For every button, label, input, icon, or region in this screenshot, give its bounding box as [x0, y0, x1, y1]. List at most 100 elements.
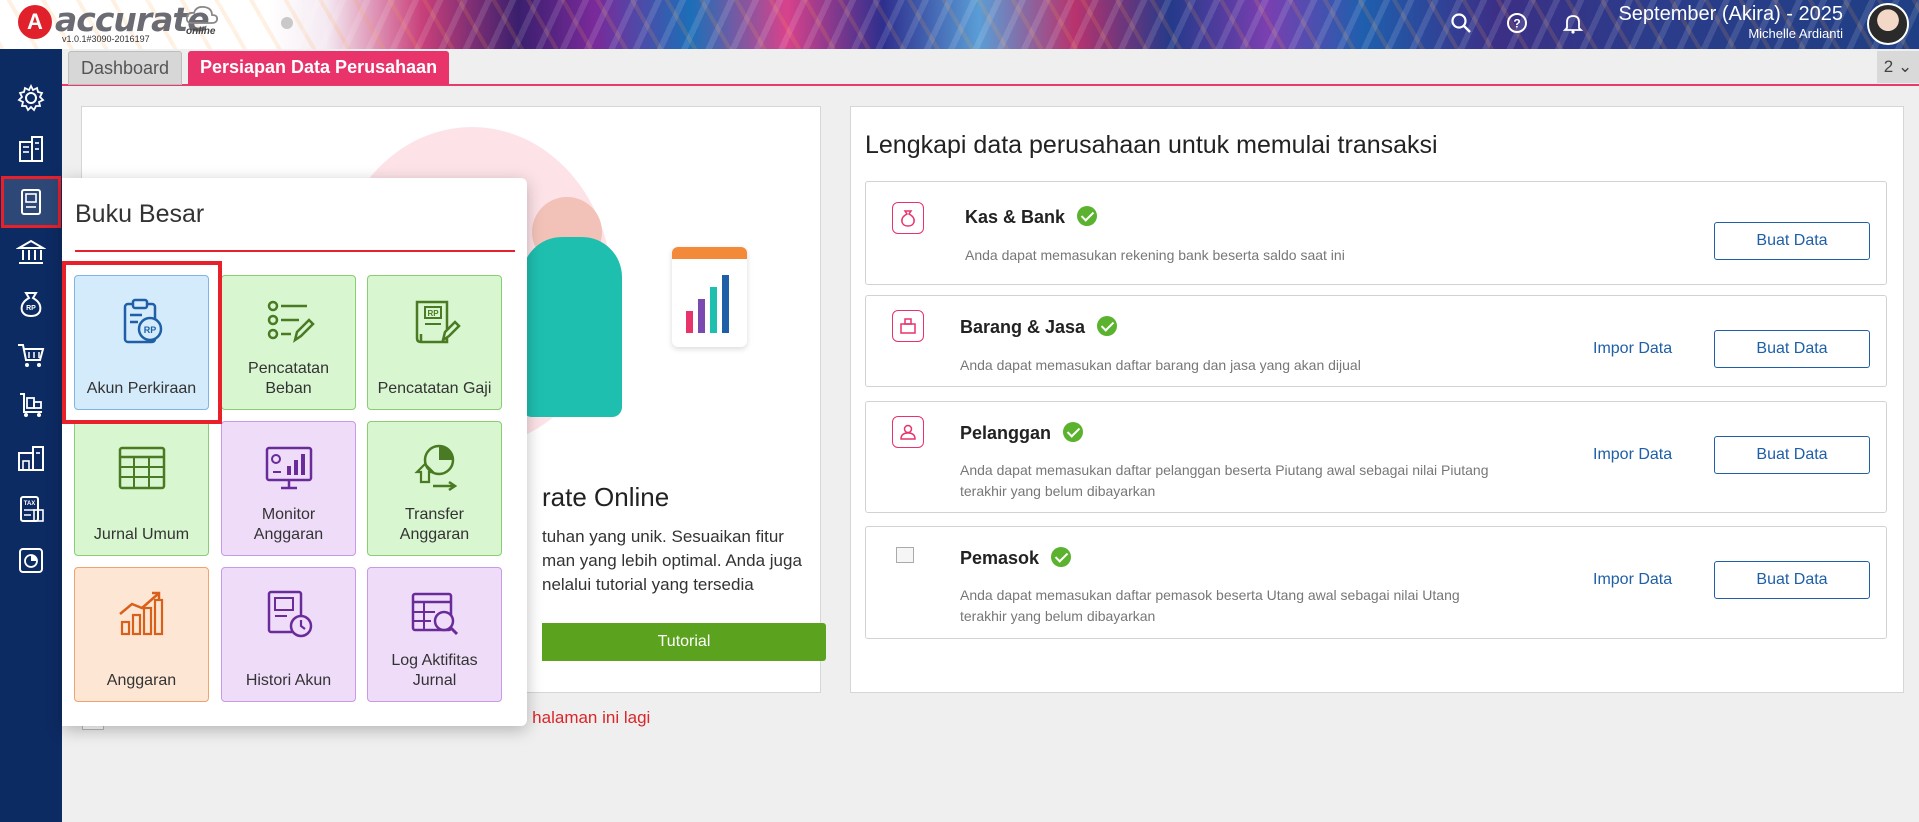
row-title-text: Kas & Bank	[965, 207, 1066, 227]
search-icon[interactable]	[1448, 10, 1474, 36]
tile-label: Histori Akun	[222, 671, 355, 691]
row-title-text: Pelanggan	[960, 423, 1052, 443]
welcome-desc-line: tuhan yang unik. Sesuaikan fitur	[542, 527, 784, 546]
row-description: Anda dapat memasukan daftar pemasok bese…	[960, 585, 1460, 627]
impor-data-link[interactable]: Impor Data	[1593, 340, 1672, 358]
check-circle-icon	[1077, 206, 1098, 226]
row-title: Pemasok	[960, 547, 1072, 569]
sidebar-cart-icon[interactable]	[12, 336, 50, 374]
tile-histori-akun[interactable]: Histori Akun	[221, 567, 356, 702]
sidebar: RP TAX	[0, 49, 62, 822]
tile-label: Pencatatan Beban	[222, 359, 355, 399]
row-description-line: Anda dapat memasukan daftar pemasok bese…	[960, 587, 1460, 603]
tile-label-line: Pencatatan Gaji	[377, 380, 492, 397]
money-bag-icon	[892, 202, 924, 234]
tile-pencatatan-beban[interactable]: Pencatatan Beban	[221, 275, 356, 410]
tab-counter-value: 2	[1883, 57, 1894, 76]
welcome-description: tuhan yang unik. Sesuaikan fitur man yan…	[542, 525, 822, 597]
tile-monitor-anggaran[interactable]: Monitor Anggaran	[221, 421, 356, 556]
setup-title: Lengkapi data perusahaan untuk memulai t…	[865, 131, 1438, 159]
account-history-icon	[267, 590, 312, 638]
sidebar-warehouse-icon[interactable]	[12, 439, 50, 477]
svg-text:RP: RP	[427, 309, 439, 318]
row-description-line: Anda dapat memasukan daftar pelanggan be…	[960, 462, 1489, 478]
sidebar-trolley-icon[interactable]	[12, 386, 50, 424]
tab-bar: Dashboard Persiapan Data Perusahaan 2 ⌄	[62, 49, 1919, 86]
setup-card: Lengkapi data perusahaan untuk memulai t…	[850, 106, 1904, 693]
tile-label: Jurnal Umum	[75, 525, 208, 545]
tab-dashboard[interactable]: Dashboard	[68, 51, 183, 85]
company-info[interactable]: September (Akira) - 2025 Michelle Ardian…	[1618, 3, 1843, 41]
welcome-desc-line: man yang lebih optimal. Anda juga	[542, 551, 802, 570]
impor-data-link[interactable]: Impor Data	[1593, 571, 1672, 589]
row-description: Anda dapat memasukan daftar barang dan j…	[960, 357, 1361, 373]
menu-title: Buku Besar	[75, 200, 205, 228]
tile-label-line: Log Aktifitas	[391, 652, 478, 669]
selection-highlight	[62, 261, 222, 424]
tile-label-line: Transfer	[405, 506, 464, 523]
version-text: v1.0.1#3090-2016197	[62, 34, 150, 44]
row-title-text: Pemasok	[960, 548, 1040, 568]
svg-text:TAX: TAX	[24, 501, 36, 507]
row-title: Pelanggan	[960, 422, 1084, 444]
row-title: Barang & Jasa	[960, 316, 1118, 338]
tab-counter-dropdown[interactable]: 2 ⌄	[1877, 51, 1919, 83]
tab-persiapan-data[interactable]: Persiapan Data Perusahaan	[188, 51, 450, 85]
row-title-text: Barang & Jasa	[960, 317, 1086, 337]
check-circle-icon	[1051, 547, 1072, 567]
welcome-title: rate Online	[542, 482, 670, 512]
row-title: Kas & Bank	[965, 206, 1098, 228]
impor-data-link[interactable]: Impor Data	[1593, 446, 1672, 464]
row-description: Anda dapat memasukan daftar pelanggan be…	[960, 460, 1488, 502]
sidebar-money-bag-icon[interactable]: RP	[12, 285, 50, 323]
buat-data-button[interactable]: Buat Data	[1714, 222, 1870, 260]
setup-row-pemasok: Pemasok Anda dapat memasukan daftar pema…	[865, 526, 1887, 639]
row-description: Anda dapat memasukan rekening bank beser…	[965, 247, 1345, 263]
tile-label: Pencatatan Gaji	[368, 379, 501, 399]
user-name: Michelle Ardianti	[1748, 26, 1843, 41]
logo-online-text: online	[186, 26, 216, 37]
row-description-line: terakhir yang belum dibayarkan	[960, 608, 1156, 624]
supplier-icon	[896, 547, 914, 563]
tile-label-line: Jurnal Umum	[93, 526, 190, 543]
illustration-person	[522, 237, 622, 417]
monitor-chart-icon	[265, 446, 312, 490]
buat-data-button[interactable]: Buat Data	[1714, 561, 1870, 599]
box-icon	[892, 310, 924, 342]
tutorial-button[interactable]: Tutorial	[542, 623, 826, 661]
notification-bell-icon[interactable]	[1560, 10, 1586, 36]
setup-row-barang-jasa: Barang & Jasa Anda dapat memasukan dafta…	[865, 295, 1887, 387]
expense-list-icon	[267, 300, 315, 343]
tile-transfer-anggaran[interactable]: Transfer Anggaran	[367, 421, 502, 556]
tile-pencatatan-gaji[interactable]: RP Pencatatan Gaji	[367, 275, 502, 410]
illustration-chart-icon	[672, 247, 747, 347]
tile-label-line: Histori Akun	[245, 672, 332, 689]
tile-label-line: Beban	[265, 380, 312, 397]
status-dot	[281, 17, 293, 29]
chevron-down-icon: ⌄	[1897, 57, 1913, 76]
sidebar-company-icon[interactable]	[12, 130, 50, 168]
hide-page-label[interactable]: n halaman ini lagi	[518, 708, 650, 728]
sidebar-ledger-icon[interactable]	[1, 176, 61, 228]
tile-jurnal-umum[interactable]: Jurnal Umum	[74, 421, 209, 556]
sidebar-tax-icon[interactable]: TAX	[12, 490, 50, 528]
salary-book-icon: RP	[415, 300, 461, 344]
sidebar-report-icon[interactable]	[12, 541, 50, 579]
tile-label-line: Pencatatan	[248, 360, 329, 377]
help-icon[interactable]: ?	[1504, 10, 1530, 36]
avatar[interactable]	[1867, 3, 1909, 45]
customer-icon	[892, 416, 924, 448]
buat-data-button[interactable]: Buat Data	[1714, 330, 1870, 368]
svg-text:?: ?	[1513, 17, 1520, 31]
welcome-desc-line: nelalui tutorial yang tersedia	[542, 575, 754, 594]
journal-grid-icon	[118, 446, 165, 490]
tile-label: Anggaran	[75, 671, 208, 691]
buat-data-button[interactable]: Buat Data	[1714, 436, 1870, 474]
sidebar-settings-icon[interactable]	[12, 79, 50, 117]
tile-log-aktifitas-jurnal[interactable]: Log Aktifitas Jurnal	[367, 567, 502, 702]
tile-label-line: Anggaran	[399, 526, 470, 543]
tile-anggaran[interactable]: Anggaran	[74, 567, 209, 702]
tile-label-line: Jurnal	[412, 672, 457, 689]
sidebar-bank-icon[interactable]	[12, 233, 50, 271]
tile-label-line: Anggaran	[106, 672, 177, 689]
